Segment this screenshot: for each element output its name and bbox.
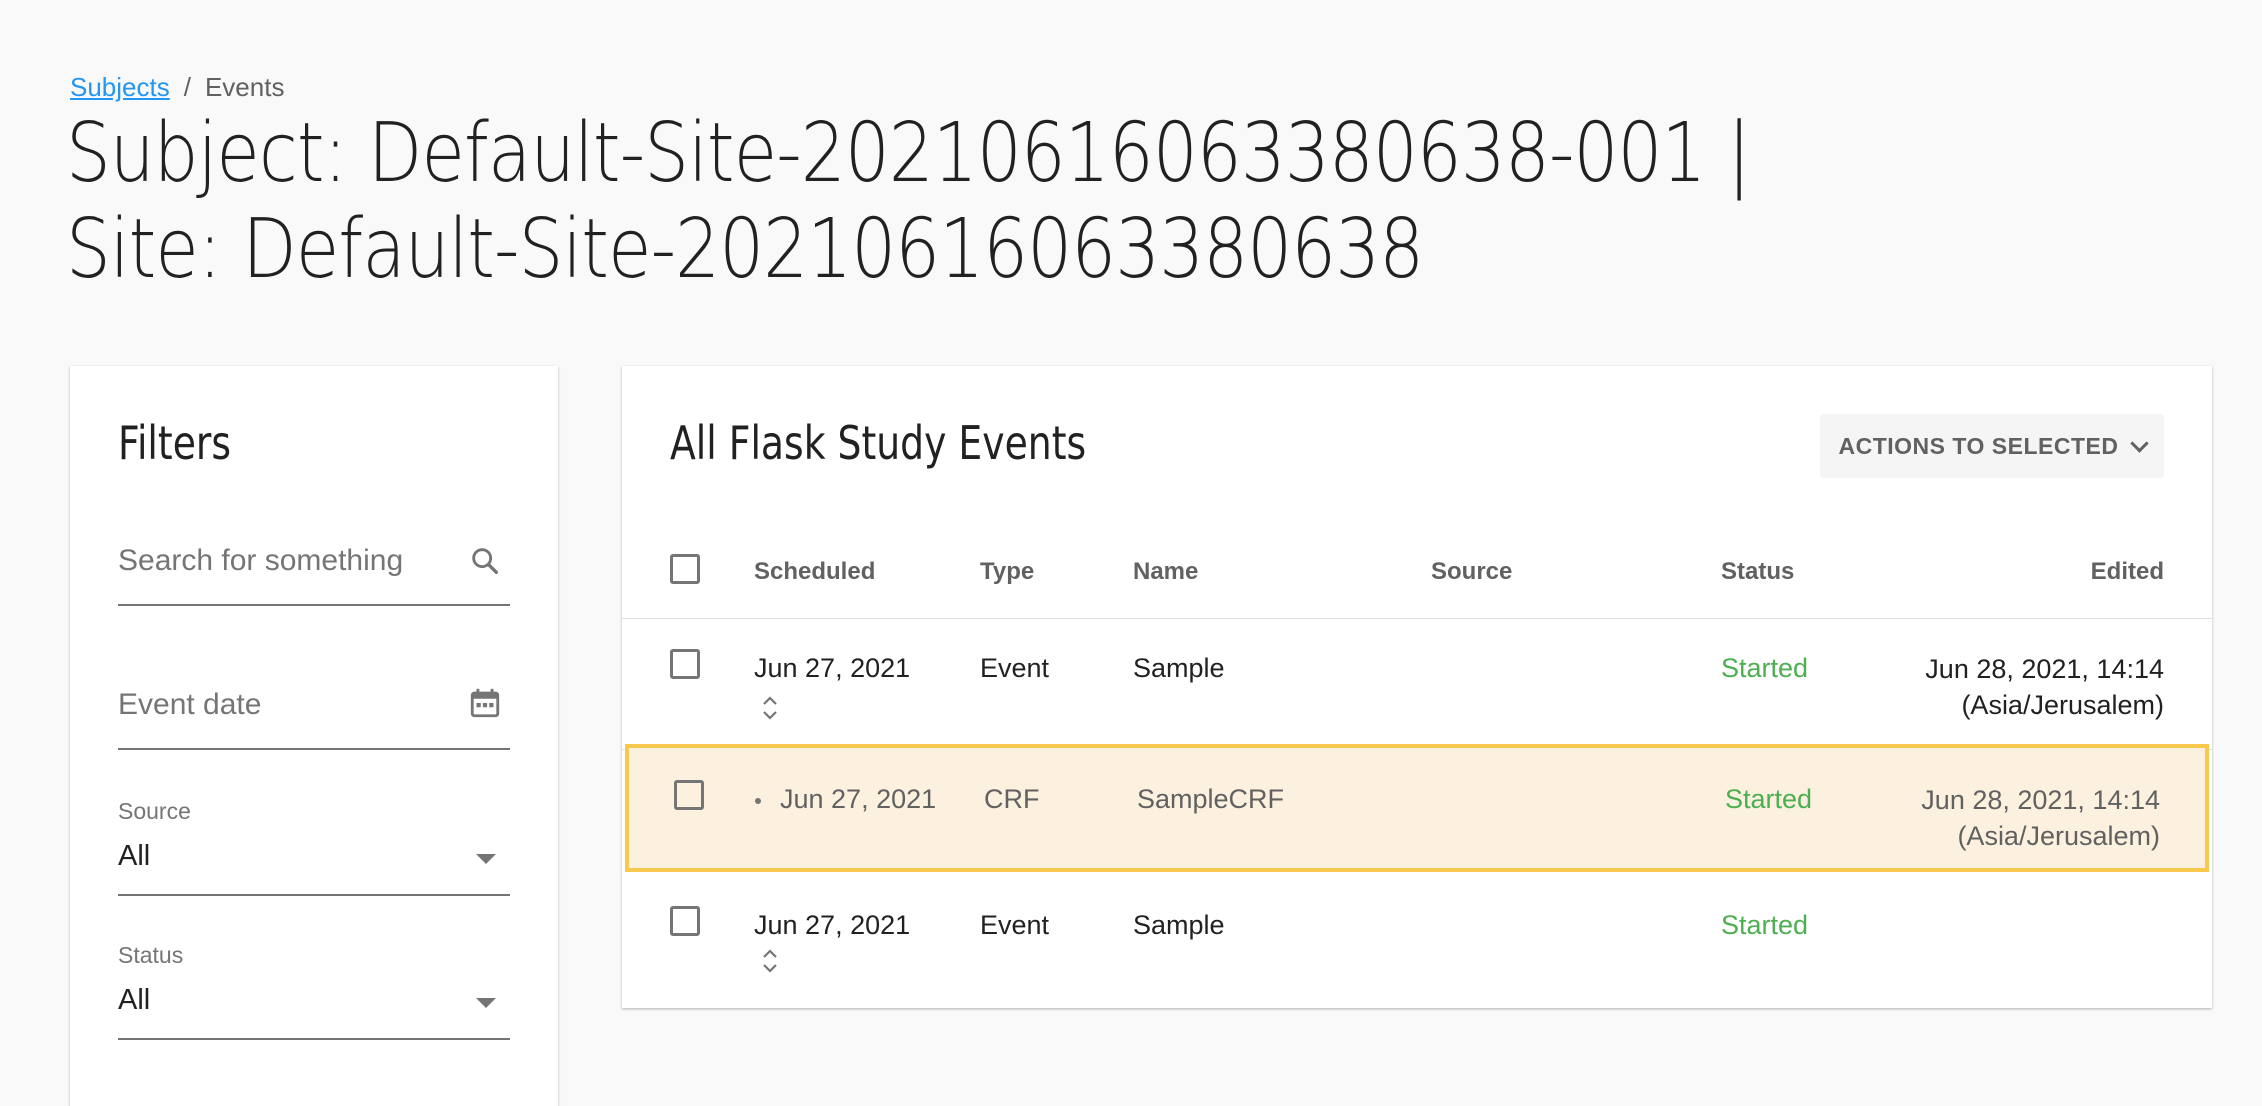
column-header-source[interactable]: Source: [1431, 558, 1512, 586]
cell-edited: Jun 28, 2021, 14:14 (Asia/Jerusalem): [1925, 651, 2164, 723]
row-checkbox[interactable]: [674, 780, 704, 810]
cell-edited: Jun 28, 2021, 14:14 (Asia/Jerusalem): [1921, 782, 2160, 854]
source-label: Source: [118, 798, 191, 824]
filters-panel: Filters Search for something Event date …: [70, 366, 558, 1106]
sort-icon[interactable]: [760, 946, 780, 976]
search-field[interactable]: Search for something: [118, 506, 510, 606]
sort-icon[interactable]: [760, 693, 780, 723]
table-row[interactable]: Jun 27, 2021 Event Sample Started: [622, 882, 2212, 1012]
cell-name: Sample: [1133, 910, 1225, 940]
edited-timezone: (Asia/Jerusalem): [1961, 690, 2164, 720]
status-badge: Started: [1721, 910, 1809, 940]
chevron-down-icon: [476, 854, 496, 864]
cell-scheduled: Jun 27, 2021: [780, 784, 937, 814]
column-header-edited[interactable]: Edited: [2091, 558, 2164, 586]
cell-scheduled: Jun 27, 2021: [754, 653, 911, 683]
table-row[interactable]: Jun 27, 2021 Event Sample Started Jun 28…: [622, 618, 2212, 750]
event-date-input[interactable]: Event date: [118, 688, 261, 722]
status-badge: Started: [1725, 784, 1813, 814]
actions-label: ACTIONS TO SELECTED: [1838, 432, 2119, 459]
bullet-icon: [755, 798, 761, 804]
column-header-scheduled[interactable]: Scheduled: [754, 558, 875, 586]
breadcrumb-current: Events: [204, 72, 285, 102]
cell-type: Event: [980, 910, 1050, 940]
row-checkbox[interactable]: [670, 649, 700, 679]
status-badge: Started: [1721, 653, 1809, 683]
events-title: All Flask Study Events: [670, 416, 1087, 470]
column-header-status[interactable]: Status: [1721, 558, 1794, 586]
cell-scheduled: Jun 27, 2021: [754, 910, 911, 940]
breadcrumb-link-subjects[interactable]: Subjects: [70, 72, 170, 103]
filters-title: Filters: [118, 416, 232, 470]
status-label: Status: [118, 942, 184, 968]
edited-date: Jun 28, 2021, 14:14: [1925, 654, 2164, 684]
event-date-field[interactable]: Event date: [118, 650, 510, 750]
column-header-name[interactable]: Name: [1133, 558, 1198, 586]
select-all-checkbox[interactable]: [670, 554, 700, 584]
status-value: All: [118, 984, 151, 1016]
cell-name: SampleCRF: [1137, 784, 1285, 814]
events-panel: All Flask Study Events ACTIONS TO SELECT…: [622, 366, 2212, 1008]
chevron-down-icon: [476, 998, 496, 1008]
search-icon: [472, 548, 499, 575]
table-row-highlighted[interactable]: Jun 27, 2021 CRF SampleCRF Started Jun 2…: [625, 744, 2209, 872]
calendar-icon[interactable]: [468, 686, 502, 720]
breadcrumb: Subjects / Events: [70, 72, 284, 103]
breadcrumb-separator: /: [183, 72, 191, 102]
actions-to-selected-button[interactable]: ACTIONS TO SELECTED: [1820, 414, 2164, 478]
cell-type: Event: [980, 653, 1050, 683]
column-header-type[interactable]: Type: [980, 558, 1034, 586]
search-input[interactable]: Search for something: [118, 544, 403, 578]
chevron-down-icon: [2129, 433, 2149, 453]
cell-type: CRF: [984, 784, 1040, 814]
cell-name: Sample: [1133, 653, 1225, 683]
status-select[interactable]: Status All: [118, 934, 510, 1040]
source-value: All: [118, 840, 151, 872]
page-title: Subject: Default-Site-20210616063380638-…: [66, 106, 1751, 297]
edited-date: Jun 28, 2021, 14:14: [1921, 785, 2160, 815]
row-checkbox[interactable]: [670, 906, 700, 936]
source-select[interactable]: Source All: [118, 790, 510, 896]
edited-timezone: (Asia/Jerusalem): [1957, 821, 2160, 851]
